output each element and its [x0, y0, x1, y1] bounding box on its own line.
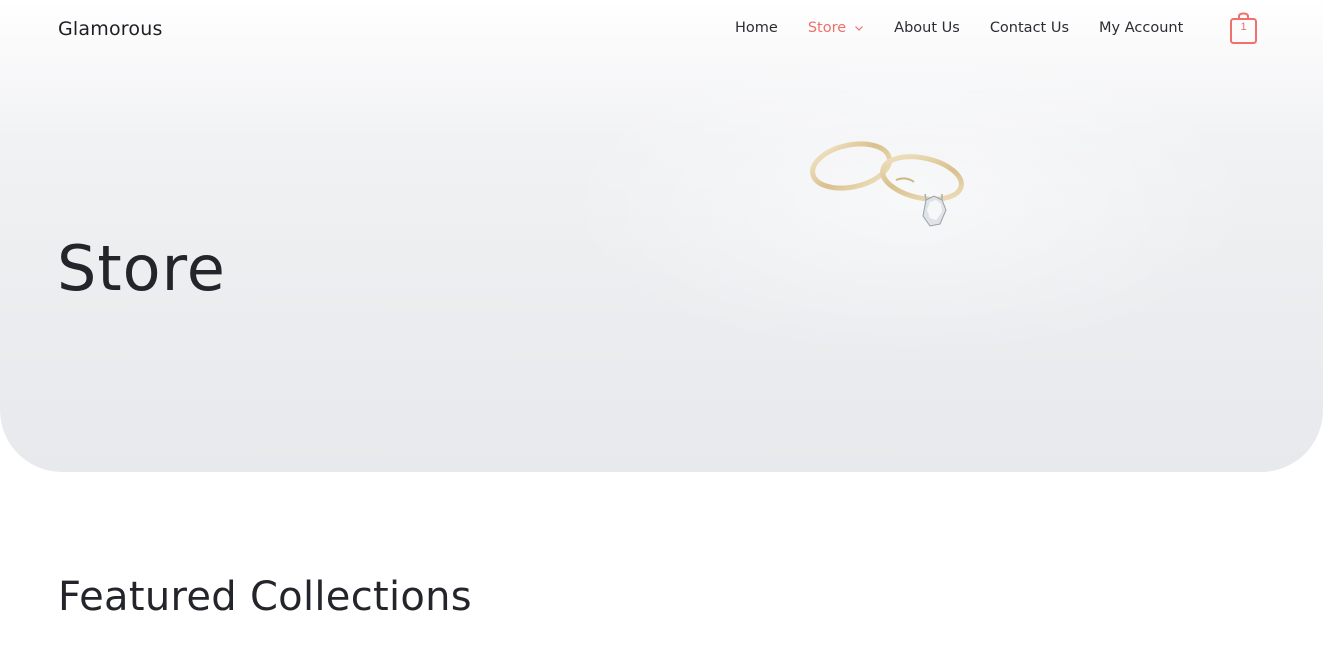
site-title[interactable]: Glamorous [58, 18, 163, 40]
nav-contact-us[interactable]: Contact Us [990, 20, 1069, 36]
nav-store-label: Store [807, 20, 847, 36]
featured-collections-heading: Featured Collections [58, 574, 472, 620]
wedding-rings-image [810, 141, 964, 227]
nav-about-us[interactable]: About Us [894, 20, 960, 36]
chevron-down-icon [855, 26, 864, 31]
cart-count: 1 [1240, 21, 1247, 33]
nav-my-account[interactable]: My Account [1099, 20, 1183, 36]
nav-home[interactable]: Home [735, 20, 778, 36]
cart-button[interactable]: 1 [1229, 12, 1258, 45]
main-navigation: Home Store About Us Contact Us My Accoun… [735, 20, 1183, 36]
nav-store[interactable]: Store [808, 20, 864, 36]
page-title: Store [57, 232, 226, 305]
